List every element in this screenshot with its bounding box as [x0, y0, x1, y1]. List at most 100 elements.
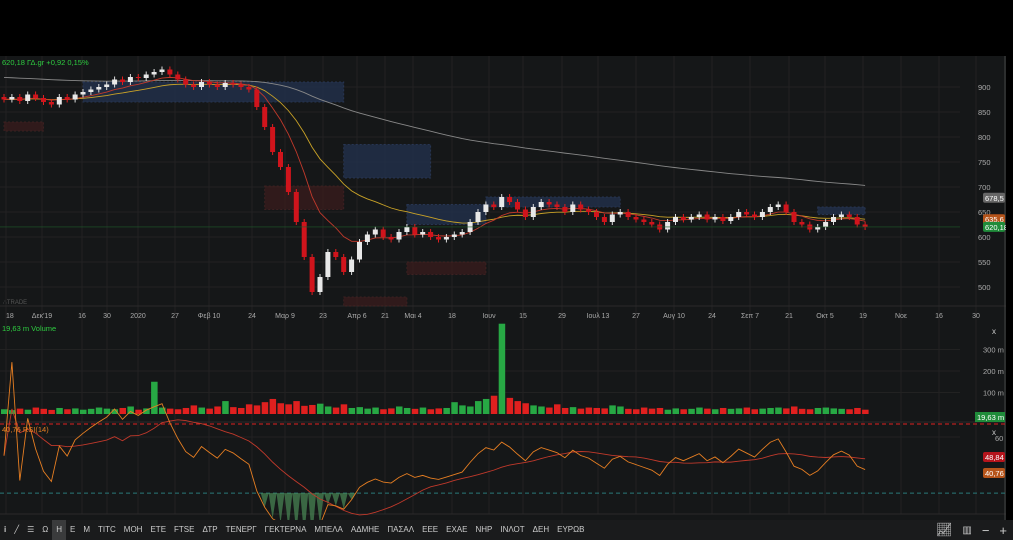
volume-bar [775, 407, 782, 414]
symbol-button[interactable]: ΕΤΕ [146, 520, 170, 540]
volume-bar [285, 404, 292, 414]
candle [278, 152, 283, 167]
zone-demand [3, 121, 44, 132]
candle [349, 259, 355, 272]
candle [625, 212, 631, 217]
candle [601, 217, 607, 222]
volume-bar [656, 407, 664, 414]
volume-bar [245, 404, 253, 414]
candle [538, 202, 544, 207]
volume-bar [680, 409, 687, 414]
zone-supply [343, 144, 432, 179]
x-axis-label: 16 [78, 313, 86, 320]
symbol-button[interactable]: ΤΙΤC [94, 520, 120, 540]
candle [404, 227, 410, 232]
draw-line-icon[interactable]: ╱ [10, 520, 23, 540]
symbol-button[interactable]: Μ [79, 520, 94, 540]
volume-bar [546, 407, 553, 414]
price-badge-ma_long: 678,5 [985, 194, 1004, 203]
volume-bar [688, 408, 695, 414]
candle [33, 94, 39, 98]
candle [175, 74, 181, 80]
volume-bar [838, 408, 845, 414]
symbol-button[interactable]: ΑΔΜΗΕ [347, 520, 383, 540]
rsi-close-button[interactable]: x [992, 428, 996, 437]
candle [451, 234, 457, 237]
symbol-button[interactable]: FTSE [170, 520, 198, 540]
volume-bar [506, 397, 514, 414]
symbol-button[interactable]: ΔΕΗ [529, 520, 553, 540]
volume-tick: 300 m [983, 346, 1004, 355]
rsi-badge: 40,76 [985, 469, 1004, 478]
symbol-button[interactable]: Η [52, 520, 66, 540]
candle [483, 204, 489, 212]
price-chart[interactable]: 900 850 800 750 700 650 600 550 500 18 Δεκ'19 16 30 2… [0, 56, 1008, 540]
chart-canvas[interactable]: 90085080075070065060055050018 Δεκ'19 16 30 2… [0, 56, 1008, 540]
symbol-button[interactable]: ΔΤΡ [198, 520, 221, 540]
chart-type-icon[interactable]: 📈︎ [936, 522, 953, 538]
candle [783, 204, 789, 212]
volume-bar [214, 406, 221, 414]
volume-bar [648, 408, 656, 414]
volume-bar [380, 409, 387, 414]
candle [436, 237, 441, 240]
candle [56, 97, 62, 105]
candle [9, 97, 15, 100]
symbol-button[interactable]: ΓΕΚΤΕΡΝΑ [261, 520, 311, 540]
candle [341, 257, 347, 272]
candle [704, 214, 710, 220]
candle [665, 222, 671, 230]
zoom-out-icon[interactable]: − [982, 523, 990, 538]
volume-bar [577, 408, 585, 414]
symbol-button[interactable]: ΕΕΕ [418, 520, 442, 540]
candle [64, 97, 70, 100]
volume-close-button[interactable]: x [992, 327, 996, 336]
volume-bar [561, 407, 569, 414]
candle [183, 79, 189, 85]
volume-bar [72, 408, 79, 414]
volume-bar [87, 408, 95, 414]
candle [736, 212, 742, 217]
x-axis-label: Σεπ 7 [741, 313, 759, 320]
rsi-badge: 48,84 [985, 453, 1004, 462]
symbol-button[interactable]: ΕΥΡΩΒ [553, 520, 588, 540]
volume-bar [625, 408, 632, 414]
symbol-button[interactable]: ΙΝΛΟΤ [496, 520, 528, 540]
symbol-button[interactable]: Ω [38, 520, 52, 540]
candle [222, 83, 228, 87]
candle [554, 204, 560, 207]
price-tick: 750 [978, 158, 991, 167]
volume-bar [427, 409, 435, 414]
candle [767, 207, 773, 212]
x-axis-label: Μαι 4 [404, 313, 421, 320]
candle [41, 98, 46, 102]
layout-lines-icon[interactable]: ☰ [23, 520, 38, 540]
symbol-button[interactable]: ΤΕΝΕΡΓ [222, 520, 261, 540]
candle [167, 69, 173, 75]
volume-bar [174, 409, 182, 414]
zoom-in-icon[interactable]: + [999, 523, 1007, 538]
symbol-button[interactable]: Ε [66, 520, 79, 540]
price-tick: 850 [978, 108, 991, 117]
candle [594, 212, 599, 217]
info-icon[interactable]: i [0, 520, 10, 540]
candle [135, 77, 141, 78]
volume-bar [222, 401, 229, 414]
symbol-button[interactable]: ΜΠΕΛΑ [310, 520, 346, 540]
candle [720, 217, 726, 221]
volume-bar [696, 407, 703, 414]
volume-bars-icon[interactable]: ▥ [962, 525, 971, 536]
volume-bar [372, 407, 379, 414]
volume-bar [617, 406, 624, 414]
volume-bar [40, 408, 47, 414]
volume-bar [293, 401, 300, 414]
symbol-button[interactable]: ΝΗΡ [471, 520, 496, 540]
candle [680, 217, 686, 220]
candle [388, 237, 394, 240]
symbol-button[interactable]: ΕΧΑΕ [442, 520, 471, 540]
symbol-button[interactable]: ΠΑΣΑΛ [383, 520, 418, 540]
candle [357, 242, 362, 260]
symbol-button[interactable]: ΜΟΗ [120, 520, 147, 540]
x-axis-label: Απρ 6 [347, 313, 366, 320]
candle [641, 219, 647, 222]
